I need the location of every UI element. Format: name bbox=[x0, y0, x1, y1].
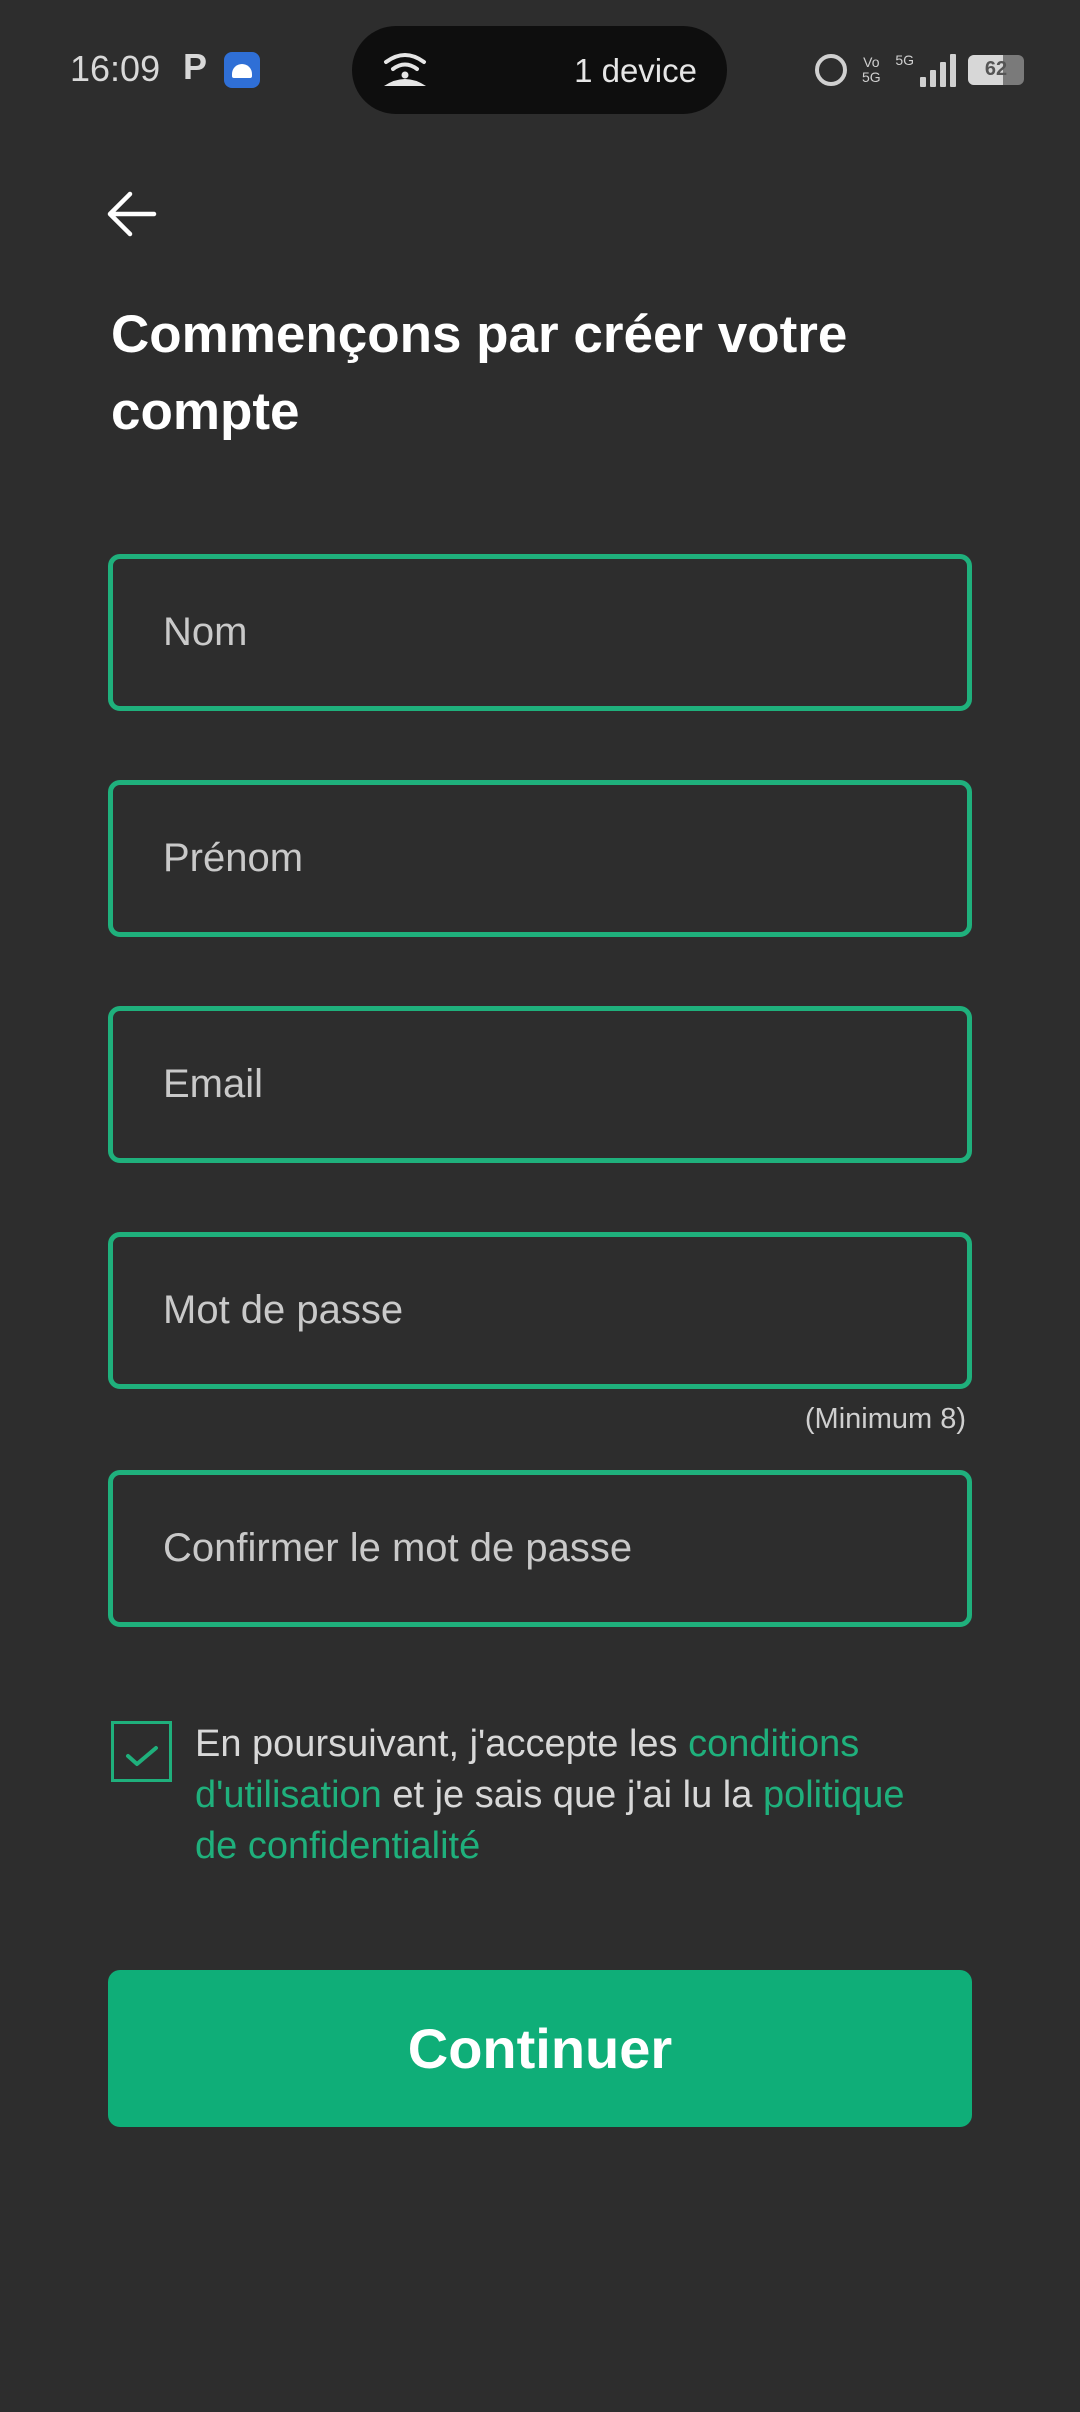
network-type: 5G bbox=[895, 52, 914, 68]
checkmark-icon bbox=[126, 1746, 158, 1766]
status-bar: 16:09 P 1 device Vo 5G 5G 62 bbox=[0, 0, 1080, 140]
password-hint: (Minimum 8) bbox=[804, 1403, 966, 1435]
hotspot-devices-text: 1 device bbox=[574, 52, 697, 89]
hotspot-island[interactable]: 1 device bbox=[352, 26, 727, 114]
signup-screen: 16:09 P 1 device Vo 5G 5G 62 Commençons … bbox=[0, 0, 1080, 2412]
last-name-field-container bbox=[108, 554, 972, 711]
terms-checkbox[interactable] bbox=[111, 1721, 172, 1782]
terms-prefix: En poursuivant, j'accepte les bbox=[195, 1723, 689, 1765]
last-name-input[interactable] bbox=[113, 559, 967, 706]
battery-icon: 62 bbox=[968, 55, 1024, 85]
hotspot-icon bbox=[384, 53, 426, 86]
email-field-container bbox=[108, 1006, 972, 1163]
volte-indicator: Vo 5G bbox=[861, 54, 881, 85]
first-name-field-container bbox=[108, 780, 972, 937]
status-time: 16:09 bbox=[70, 48, 161, 89]
signal-strength-icon bbox=[920, 53, 956, 87]
first-name-input[interactable] bbox=[113, 785, 967, 932]
terms-middle: et je sais que j'ai lu la bbox=[381, 1774, 763, 1816]
battery-percent: 62 bbox=[984, 58, 1008, 80]
confirm-password-field-container bbox=[108, 1470, 972, 1627]
android-app-icon bbox=[224, 52, 260, 88]
password-input[interactable] bbox=[113, 1237, 967, 1384]
continue-button[interactable]: Continuer bbox=[108, 1970, 972, 2127]
alarm-icon bbox=[815, 54, 848, 86]
back-button[interactable] bbox=[104, 186, 168, 242]
confirm-password-input[interactable] bbox=[113, 1475, 967, 1622]
password-field-container bbox=[108, 1232, 972, 1389]
email-input[interactable] bbox=[113, 1011, 967, 1158]
terms-text: En poursuivant, j'accepte les conditions… bbox=[195, 1719, 955, 1872]
status-icons: Vo 5G 5G 62 bbox=[815, 52, 1024, 88]
page-title: Commençons par créer votre compte bbox=[111, 305, 848, 441]
parking-indicator-icon: P bbox=[183, 46, 208, 87]
arrow-left-icon bbox=[107, 191, 157, 237]
